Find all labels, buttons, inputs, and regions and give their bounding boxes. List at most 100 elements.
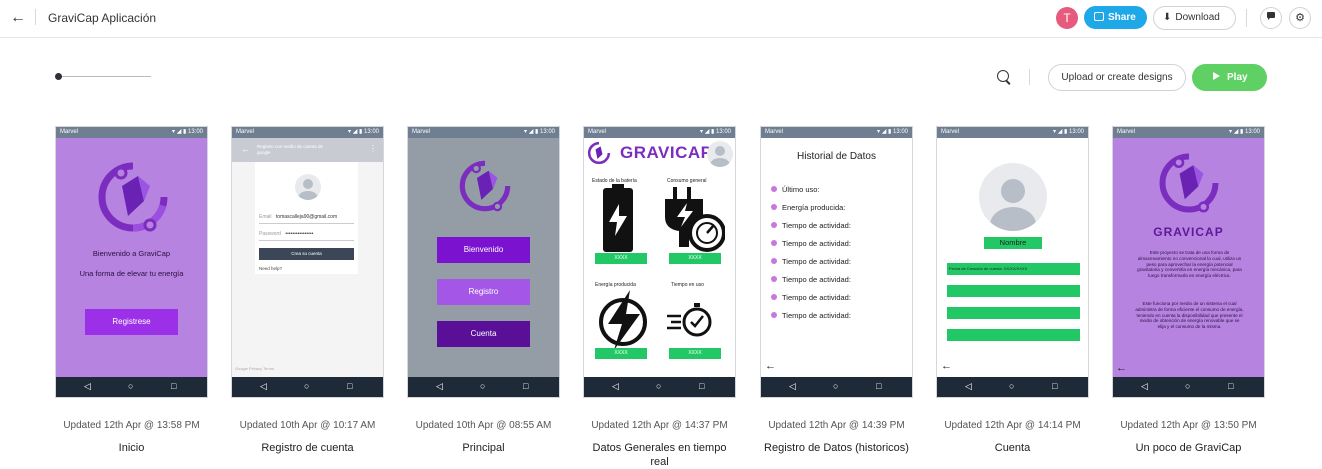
- screen-name[interactable]: Cuenta: [936, 441, 1089, 455]
- share-icon: [1094, 12, 1104, 21]
- nav-recents-icon[interactable]: □: [171, 381, 176, 392]
- zoom-slider-track[interactable]: [58, 76, 151, 77]
- bienvenido-button[interactable]: Bienvenido: [437, 237, 530, 263]
- play-icon: [1213, 72, 1220, 80]
- divider: [1246, 9, 1247, 27]
- nav-recents-icon[interactable]: □: [1228, 381, 1233, 392]
- nav-home-icon[interactable]: ○: [1185, 381, 1190, 392]
- energy-value: XXXX: [595, 348, 647, 359]
- status-time: ▾ ◢ ▮ 13:00: [348, 129, 379, 135]
- screen-card-cuenta[interactable]: Marvel ▾ ◢ ▮ 13:00 Nombre Fecha de Creaci…: [936, 126, 1089, 398]
- registro-button[interactable]: Registro: [437, 279, 530, 305]
- screen-name[interactable]: Registro de Datos (historicos): [760, 441, 913, 455]
- history-row: Tiempo de actividad:: [771, 311, 851, 320]
- form-card: Email tomascalleja90@gmail.com Password …: [255, 162, 358, 274]
- screen-body: Bienvenido Registro Cuenta: [408, 138, 559, 378]
- status-time: ▾ ◢ ▮ 13:00: [1053, 129, 1084, 135]
- nav-recents-icon[interactable]: □: [523, 381, 528, 392]
- play-label: Play: [1227, 72, 1248, 83]
- user-avatar[interactable]: T: [1056, 7, 1078, 29]
- screen-card-un-poco-de-gravicap[interactable]: Marvel ▾ ◢ ▮ 13:00 GRAVICAP Este proyecto…: [1112, 126, 1265, 398]
- back-arrow-icon[interactable]: ←: [241, 144, 250, 154]
- more-menu-icon[interactable]: ⋮: [369, 144, 377, 153]
- screen-body: GRAVICAP Estado de la batería Consumo ge…: [584, 138, 735, 378]
- carrier: Marvel: [60, 129, 79, 135]
- comments-icon[interactable]: [1260, 7, 1282, 29]
- nav-back-icon[interactable]: ◁: [260, 381, 267, 392]
- nav-home-icon[interactable]: ○: [1009, 381, 1014, 392]
- nav-back-icon[interactable]: ◁: [1141, 381, 1148, 392]
- updated-timestamp: Updated 10th Apr @ 10:17 AM: [239, 420, 376, 431]
- download-label: Download: [1175, 12, 1220, 23]
- stopwatch-icon: [667, 303, 712, 337]
- history-row: Tiempo de actividad:: [771, 257, 851, 266]
- account-field: [947, 307, 1080, 319]
- history-row: Energía producida:: [771, 203, 845, 212]
- screen-name[interactable]: Un poco de GraviCap: [1112, 441, 1265, 455]
- status-bar: Marvel ▾ ◢ ▮ 13:00: [761, 127, 912, 138]
- divider: [35, 9, 36, 25]
- zoom-slider-handle[interactable]: [55, 73, 62, 80]
- account-field: [947, 329, 1080, 341]
- updated-timestamp: Updated 12th Apr @ 14:37 PM: [591, 420, 728, 431]
- nav-back-icon[interactable]: ◁: [612, 381, 619, 392]
- download-button[interactable]: ⬇ Download: [1153, 6, 1236, 30]
- screen-card-principal[interactable]: Marvel ▾ ◢ ▮ 13:00 Bienvenido Registro Cu…: [407, 126, 560, 398]
- nav-recents-icon[interactable]: □: [876, 381, 881, 392]
- nav-back-icon[interactable]: ◁: [436, 381, 443, 392]
- need-help-link[interactable]: Need help?: [259, 266, 282, 271]
- nav-back-icon[interactable]: ◁: [789, 381, 796, 392]
- updated-timestamp: Updated 12th Apr @ 14:14 PM: [944, 420, 1081, 431]
- avatar-icon[interactable]: [707, 141, 733, 167]
- tagline-text: Una forma de elevar tu energía: [79, 269, 184, 278]
- screen-card-registro-de-cuenta[interactable]: Marvel ▾ ◢ ▮ 13:00 ← Registro con medio d…: [231, 126, 384, 398]
- cuenta-button[interactable]: Cuenta: [437, 321, 530, 347]
- nav-recents-icon[interactable]: □: [1052, 381, 1057, 392]
- screen-card-historial[interactable]: Marvel ▾ ◢ ▮ 13:00 Historial de Datos Últ…: [760, 126, 913, 398]
- user-name: Nombre: [984, 237, 1042, 249]
- plug-gauge-icon: [665, 187, 725, 252]
- screen-name[interactable]: Inicio: [55, 441, 208, 455]
- status-time: ▾ ◢ ▮ 13:00: [172, 129, 203, 135]
- carrier: Marvel: [941, 129, 960, 135]
- profile-avatar-icon[interactable]: [979, 163, 1047, 231]
- share-button[interactable]: Share: [1084, 6, 1147, 29]
- android-nav-bar: ◁ ○ □: [584, 377, 735, 397]
- status-bar: Marvel ▾ ◢ ▮ 13:00: [232, 127, 383, 138]
- brand-title: GRAVICAP: [620, 143, 713, 162]
- footer-links[interactable]: Google Privacy Terms: [235, 366, 274, 371]
- upload-designs-button[interactable]: Upload or create designs: [1048, 64, 1186, 91]
- back-arrow-icon[interactable]: ←: [1116, 362, 1127, 374]
- back-arrow-icon[interactable]: ←: [765, 360, 776, 372]
- screen-card-inicio[interactable]: Marvel ▾ ◢ ▮ 13:00 Bienvenido a GraviCap …: [55, 126, 208, 398]
- nav-home-icon[interactable]: ○: [304, 381, 309, 392]
- register-button[interactable]: Registrese: [85, 309, 178, 335]
- screen-body: GRAVICAP Este proyecto se trata de una f…: [1113, 138, 1264, 378]
- screen-name[interactable]: Registro de cuenta: [231, 441, 384, 455]
- play-button[interactable]: Play: [1192, 64, 1267, 91]
- status-bar: Marvel ▾ ◢ ▮ 13:00: [56, 127, 207, 138]
- nav-back-icon[interactable]: ◁: [965, 381, 972, 392]
- nav-recents-icon[interactable]: □: [347, 381, 352, 392]
- updated-timestamp: Updated 12th Apr @ 13:58 PM: [63, 420, 200, 431]
- nav-home-icon[interactable]: ○: [128, 381, 133, 392]
- nav-home-icon[interactable]: ○: [480, 381, 485, 392]
- back-arrow-icon[interactable]: ←: [941, 360, 952, 372]
- search-icon[interactable]: [997, 70, 1009, 82]
- screen-name[interactable]: Principal: [407, 441, 560, 455]
- nav-back-icon[interactable]: ◁: [84, 381, 91, 392]
- android-nav-bar: ◁ ○ □: [56, 377, 207, 397]
- create-account-button[interactable]: Crea su cuenta: [259, 248, 354, 260]
- download-icon: ⬇: [1163, 12, 1172, 23]
- nav-home-icon[interactable]: ○: [833, 381, 838, 392]
- battery-value: XXXX: [595, 253, 647, 264]
- share-label: Share: [1108, 12, 1136, 23]
- lightning-icon: [599, 290, 647, 350]
- back-arrow-icon[interactable]: ←: [9, 9, 27, 27]
- nav-recents-icon[interactable]: □: [699, 381, 704, 392]
- settings-gear-icon[interactable]: ⚙: [1289, 7, 1311, 29]
- nav-home-icon[interactable]: ○: [656, 381, 661, 392]
- screen-card-datos-generales[interactable]: Marvel ▾ ◢ ▮ 13:00 GRAVICAP Estado de la …: [583, 126, 736, 398]
- email-field[interactable]: Email tomascalleja90@gmail.com: [259, 214, 354, 224]
- password-field[interactable]: Password ••••••••••••••••: [259, 231, 354, 241]
